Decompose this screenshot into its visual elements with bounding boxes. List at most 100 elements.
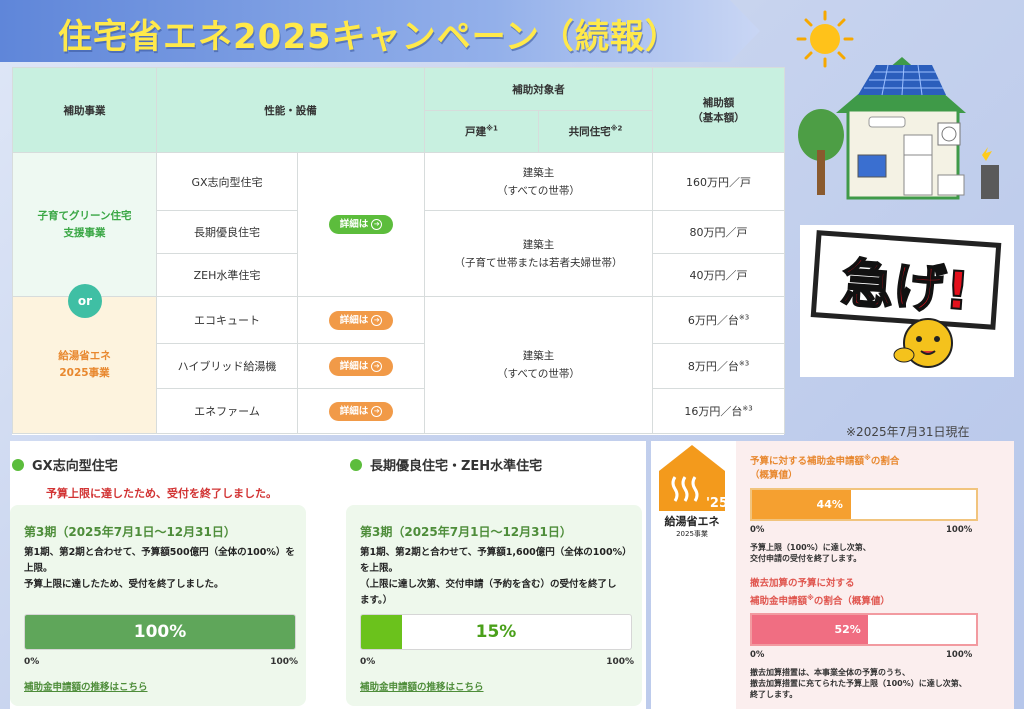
target-line2: （すべての世帯）	[497, 184, 580, 197]
amount-value: 8万円／台	[687, 360, 739, 373]
title-banner: 住宅省エネ2025キャンペーン（続報）	[0, 0, 760, 62]
choki-axis-min: 0%	[360, 657, 376, 667]
detail-button-label: 詳細は	[339, 405, 369, 417]
amount-note: ※3	[738, 313, 750, 322]
amount-cell: 6万円／台※3	[652, 296, 785, 344]
removal-note-line: 終了します。	[750, 690, 798, 699]
hurry-sign-graphic: 急げ!	[810, 230, 1002, 368]
budget-heading-note: ※	[864, 454, 871, 462]
amount-cell: 160万円／戸	[652, 152, 785, 211]
removal-note: 撤去加算措置は、本事業全体の予算のうち、 撤去加算措置に充てられた予算上限（10…	[750, 667, 967, 700]
detail-button-hybrid[interactable]: 詳細は ➔	[329, 356, 393, 376]
choki-heading: 長期優良住宅・ZEH水準住宅	[350, 455, 542, 474]
program-kosodate-line2: 支援事業	[63, 226, 106, 239]
choki-period: 第3期（2025年7月1日～12月31日）	[360, 525, 572, 539]
header-collective-note: ※2	[610, 124, 623, 133]
detail-button-label: 詳細は	[339, 219, 369, 230]
bullet-dot-icon	[12, 459, 24, 471]
detail-button-kosodate[interactable]: 詳細は ➔	[329, 215, 393, 234]
arrow-right-icon: ➔	[371, 314, 383, 326]
removal-note-line: 撤去加算措置は、本事業全体の予算のうち、	[750, 668, 910, 677]
budget-status-panel: GX志向型住宅 長期優良住宅・ZEH水準住宅 予算上限に達したため、受付を終了し…	[10, 441, 646, 709]
removal-heading-line2: 補助金申請額※の割合（概算値）	[750, 591, 890, 609]
eco-house-illustration	[798, 57, 999, 200]
detail-cell: 詳細は ➔	[297, 152, 425, 297]
detail-button-ecocute[interactable]: 詳細は ➔	[329, 310, 393, 330]
removal-heading-line1: 撤去加算の予算に対する	[750, 578, 855, 589]
detail-button-enefarm[interactable]: 詳細は ➔	[329, 401, 393, 421]
kyuto-logo-title: 給湯省エネ	[665, 514, 720, 528]
header-detached-label: 戸建	[465, 126, 487, 138]
gx-desc-line: 上限。	[24, 563, 53, 574]
choki-history-link[interactable]: 補助金申請額の推移はこちら	[360, 679, 484, 693]
budget-progress-label: 44%	[816, 498, 843, 511]
target-line1: 建築主	[522, 238, 555, 251]
budget-axis-min: 0%	[750, 525, 765, 535]
target-cell: 建築主 （すべての世帯）	[424, 296, 653, 434]
hurry-sign-text: 急げ!	[840, 254, 972, 323]
as-of-date-note: ※2025年7月31日現在	[846, 425, 970, 439]
removal-progress-label: 52%	[834, 623, 861, 636]
detail-button-label: 詳細は	[339, 360, 369, 372]
gx-axis-min: 0%	[24, 657, 40, 667]
header-amount-sub: （基本額）	[692, 112, 745, 124]
gx-desc-line: 予算上限に達したため、受付を終了しました。	[24, 579, 224, 590]
header-amount-label: 補助額	[702, 97, 735, 109]
program-kyuto-line1: 給湯省エネ	[58, 350, 111, 362]
budget-note-line: 予算上限（100%）に達し次第、	[750, 543, 871, 552]
kyuto-logo-year: '25	[706, 496, 728, 511]
gx-desc-line: 第1期、第2期と合わせて、予算額500億円（全体の100%）を	[24, 547, 295, 558]
row-item: 長期優良住宅	[156, 210, 298, 254]
or-badge: or	[68, 284, 102, 318]
header-program: 補助事業	[12, 67, 157, 153]
kyuto-logo-sub: 2025事業	[676, 529, 708, 538]
budget-heading-part2: の割合	[870, 456, 900, 468]
choki-card: 第3期（2025年7月1日～12月31日） 第1期、第2期と合わせて、予算額1,…	[346, 505, 642, 706]
amount-cell: 80万円／戸	[652, 210, 785, 254]
gx-history-link[interactable]: 補助金申請額の推移はこちら	[24, 679, 148, 693]
budget-note: 予算上限（100%）に達し次第、 交付申請の受付を終了します。	[750, 542, 871, 564]
subsidy-table-container: 補助事業 性能・設備 補助対象者 補助額 （基本額） 戸建※1 共同住宅※2 子…	[12, 67, 785, 435]
target-line1: 建築主	[522, 350, 555, 362]
gx-heading: GX志向型住宅	[12, 455, 118, 474]
arrow-right-icon: ➔	[371, 219, 383, 230]
header-collective-label: 共同住宅	[568, 126, 611, 138]
amount-cell: 8万円／台※3	[652, 343, 785, 389]
budget-progress-bar: 44%	[750, 488, 978, 521]
choki-desc-line: （上限に達し次第、交付申請（予約を含む）の受付を終了し	[360, 579, 617, 590]
removal-heading-part2: の割合（概算値）	[813, 596, 890, 608]
gx-description: 第1期、第2期と合わせて、予算額500億円（全体の100%）を 上限。 予算上限…	[24, 545, 296, 593]
program-kosodate: 子育てグリーン住宅 支援事業	[12, 152, 157, 297]
header-collective: 共同住宅※2	[538, 110, 653, 153]
header-amount: 補助額 （基本額）	[652, 67, 785, 153]
row-item: エネファーム	[156, 388, 298, 434]
budget-note-line: 交付申請の受付を終了します。	[750, 554, 862, 563]
removal-progress-bar: 52%	[750, 613, 978, 646]
removal-heading-part1: 補助金申請額	[750, 596, 808, 608]
gx-axis-max: 100%	[270, 657, 298, 667]
choki-desc-line: 第1期、第2期と合わせて、予算額1,600億円（全体の100%）	[360, 547, 632, 558]
target-line2: （子育て世帯または若者夫婦世帯）	[454, 256, 623, 269]
amount-cell: 16万円／台※3	[652, 388, 785, 434]
kyuto-logo-graphic: '25 給湯省エネ 2025事業	[659, 445, 728, 538]
removal-heading: 撤去加算の予算に対する 補助金申請額※の割合（概算値）	[750, 577, 890, 609]
kyuto-progress-area: 予算に対する補助金申請額※の割合 （概算値） 44% 0% 100% 予算上限（…	[736, 441, 1014, 709]
header-performance: 性能・設備	[156, 67, 425, 153]
program-kosodate-line1: 子育てグリーン住宅	[37, 209, 132, 222]
removal-axis-min: 0%	[750, 650, 765, 660]
arrow-right-icon: ➔	[371, 405, 383, 417]
row-item: GX志向型住宅	[156, 152, 298, 211]
removal-note-line: 撤去加算措置に充てられた予算上限（100%）に達し次第、	[750, 679, 967, 688]
header-detached: 戸建※1	[424, 110, 539, 153]
choki-desc-line: ます。）	[360, 595, 393, 606]
choki-desc-line: を上限。	[360, 563, 399, 574]
subsidy-table: 補助事業 性能・設備 補助対象者 補助額 （基本額） 戸建※1 共同住宅※2 子…	[12, 67, 785, 434]
target-cell: 建築主 （子育て世帯または若者夫婦世帯）	[424, 210, 653, 297]
target-line1: 建築主	[522, 166, 555, 179]
budget-heading-part1: 予算に対する補助金申請額	[750, 456, 865, 468]
row-item: ZEH水準住宅	[156, 253, 298, 297]
amount-note: ※3	[742, 404, 753, 413]
gx-ended-notice: 予算上限に達したため、受付を終了しました。	[46, 487, 277, 500]
amount-note: ※3	[738, 359, 750, 368]
gx-progress-label: 100%	[133, 622, 187, 642]
